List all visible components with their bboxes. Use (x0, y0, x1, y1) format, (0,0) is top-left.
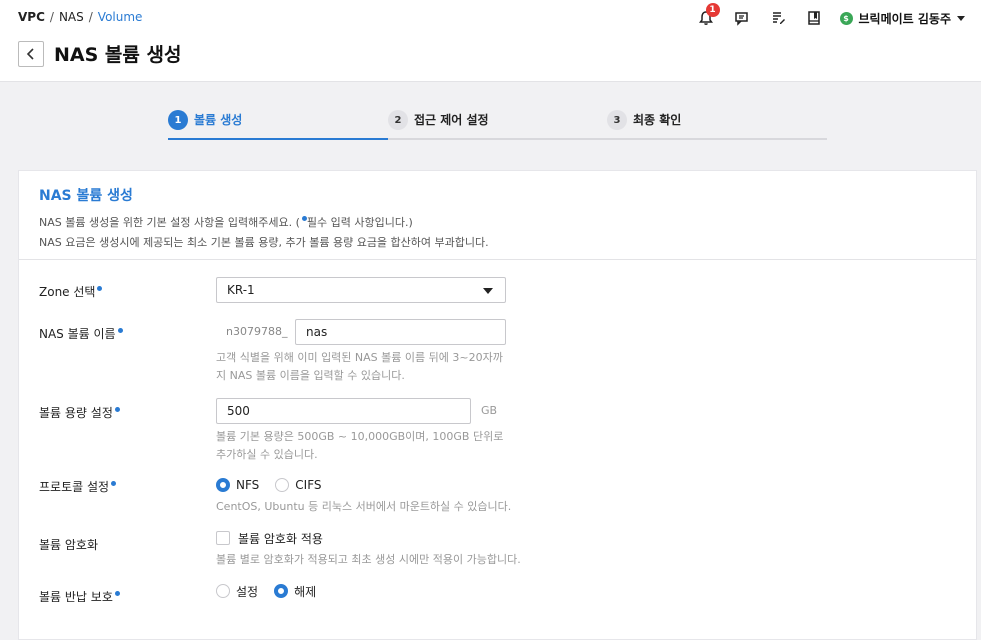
checkbox-label: 볼륨 암호화 적용 (238, 531, 323, 546)
breadcrumb: VPC / NAS / Volume (18, 10, 142, 24)
help-line: 추가하실 수 있습니다. (216, 448, 318, 461)
volume-name-help: 고객 식별을 위해 이미 입력된 NAS 볼륨 이름 뒤에 3~20자까 지 N… (216, 349, 516, 385)
chat-icon (734, 12, 748, 26)
page-title: NAS 볼륨 생성 (54, 44, 182, 66)
required-dot-icon (111, 481, 117, 486)
protocol-radio-nfs[interactable]: NFS (216, 478, 259, 492)
radio-label: 설정 (236, 584, 259, 599)
label-text: 볼륨 반납 보호 (39, 590, 113, 604)
radio-label: NFS (236, 478, 260, 492)
capacity-field: GB (216, 398, 516, 424)
required-dot-icon (117, 328, 123, 333)
capacity-input[interactable] (216, 398, 471, 424)
return-protection-label: 볼륨 반납 보호 (39, 588, 120, 605)
protocol-radio-group: NFS CIFS (216, 476, 338, 494)
breadcrumb-nas[interactable]: NAS (59, 10, 84, 24)
chat-button[interactable] (732, 8, 752, 28)
volume-name-prefix: n3079788_ (226, 325, 288, 338)
capacity-label: 볼륨 용량 설정 (39, 404, 120, 421)
help-line: 볼륨 기본 용량은 500GB ~ 10,000GB이며, 100GB 단위로 (216, 430, 504, 443)
radio-circle (216, 478, 230, 492)
step-label: 접근 제어 설정 (414, 113, 489, 127)
capacity-unit: GB (481, 404, 498, 417)
step-number: 2 (388, 110, 408, 130)
zone-label: Zone 선택 (39, 283, 103, 300)
section-header: NAS 볼륨 생성 NAS 볼륨 생성을 위한 기본 설정 사항을 입력해주세요… (19, 171, 976, 260)
protocol-help: CentOS, Ubuntu 등 리눅스 서버에서 마운트하실 수 있습니다. (216, 500, 512, 513)
breadcrumb-separator: / (49, 10, 54, 24)
breadcrumb-volume[interactable]: Volume (98, 10, 143, 24)
desc-text: NAS 볼륨 생성을 위한 기본 설정 사항을 입력해주세요. ( (39, 216, 300, 229)
encryption-checkbox[interactable]: 볼륨 암호화 적용 (216, 529, 323, 547)
section-description: NAS 볼륨 생성을 위한 기본 설정 사항을 입력해주세요. ( 필수 입력 사… (39, 213, 956, 253)
desc-text: 필수 입력 사항입니다.) (306, 216, 413, 229)
desc-line-1: NAS 볼륨 생성을 위한 기본 설정 사항을 입력해주세요. ( 필수 입력 사… (39, 213, 956, 233)
step-2: 2 접근 제어 설정 (388, 110, 489, 140)
back-button[interactable] (18, 41, 44, 67)
user-name: 브릭메이트 김동주 (858, 11, 952, 26)
caret-down-icon (957, 15, 965, 21)
return-protection-radio-off[interactable]: 해제 (274, 583, 316, 600)
zone-selected-value: KR-1 (227, 283, 255, 297)
help-line: 고객 식별을 위해 이미 입력된 NAS 볼륨 이름 뒤에 3~20자까 (216, 351, 503, 364)
label-text: 프로토콜 설정 (39, 480, 110, 494)
top-header: VPC / NAS / Volume NAS 볼륨 생성 1 $ 브릭메이트 김… (0, 0, 981, 82)
caret-down-icon (483, 288, 493, 294)
capacity-help: 볼륨 기본 용량은 500GB ~ 10,000GB이며, 100GB 단위로 … (216, 428, 516, 464)
user-menu[interactable]: $ 브릭메이트 김동주 (839, 10, 965, 27)
encryption-label: 볼륨 암호화 (39, 538, 99, 552)
edit-note-icon (772, 12, 785, 24)
zone-select[interactable]: KR-1 (216, 277, 506, 303)
help-line: 지 NAS 볼륨 이름을 입력할 수 있습니다. (216, 369, 405, 382)
book-icon (807, 11, 820, 25)
protocol-radio-cifs[interactable]: CIFS (275, 478, 322, 492)
label-text: Zone 선택 (39, 285, 96, 299)
return-protection-radio-group: 설정 해제 (216, 582, 332, 600)
zone-field: KR-1 (216, 277, 506, 303)
step-3: 3 최종 확인 (607, 110, 681, 140)
radio-circle (274, 584, 289, 598)
volume-name-label: NAS 볼륨 이름 (39, 325, 123, 342)
edit-notes-button[interactable] (768, 8, 788, 28)
radio-circle (275, 478, 290, 492)
required-dot-icon (97, 286, 103, 291)
return-protection-radio-on[interactable]: 설정 (216, 583, 258, 600)
radio-circle (216, 584, 230, 598)
checkbox-box (216, 531, 230, 545)
stepper: 1 볼륨 생성 2 접근 제어 설정 3 최종 확인 (168, 110, 827, 140)
label-text: 볼륨 용량 설정 (39, 406, 113, 420)
required-dot-icon (114, 407, 120, 412)
notifications-button[interactable]: 1 (696, 3, 720, 28)
step-label: 최종 확인 (633, 113, 682, 127)
header-actions: 1 $ 브릭메이트 김동주 (696, 3, 965, 28)
docs-button[interactable] (804, 8, 824, 28)
volume-name-input[interactable] (295, 319, 506, 345)
volume-name-field: n3079788_ (216, 319, 506, 345)
desc-line-2: NAS 요금은 생성시에 제공되는 최소 기본 볼륨 용량, 추가 볼륨 용량 … (39, 236, 489, 249)
required-dot-icon (114, 591, 120, 596)
step-number: 3 (607, 110, 627, 130)
chevron-left-icon (26, 48, 34, 60)
breadcrumb-separator: / (88, 10, 93, 24)
radio-label: CIFS (295, 478, 322, 492)
step-number: 1 (168, 110, 188, 130)
encryption-help: 볼륨 별로 암호화가 적용되고 최초 생성 시에만 적용이 가능합니다. (216, 553, 521, 566)
label-text: NAS 볼륨 이름 (39, 327, 116, 341)
step-active-bar (168, 138, 388, 140)
user-status-icon: $ (839, 11, 853, 25)
notification-count-badge: 1 (705, 3, 720, 17)
protocol-label: 프로토콜 설정 (39, 478, 117, 495)
step-1: 1 볼륨 생성 (168, 110, 388, 140)
breadcrumb-vpc[interactable]: VPC (18, 10, 45, 24)
radio-label: 해제 (294, 584, 317, 599)
section-title: NAS 볼륨 생성 (39, 188, 133, 204)
step-label: 볼륨 생성 (194, 113, 243, 127)
form-card: NAS 볼륨 생성 NAS 볼륨 생성을 위한 기본 설정 사항을 입력해주세요… (18, 170, 977, 640)
